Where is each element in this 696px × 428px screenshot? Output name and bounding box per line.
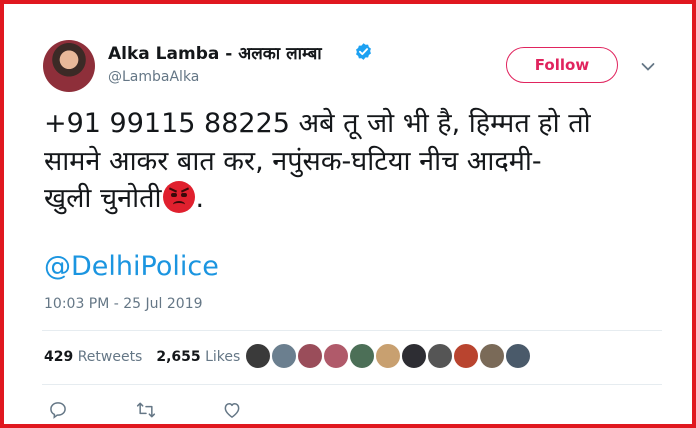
avatar[interactable]	[43, 40, 95, 92]
verified-badge-icon	[356, 43, 371, 60]
liker-avatar[interactable]	[245, 343, 271, 369]
retweets-label: Retweets	[77, 349, 143, 365]
tweet-timestamp[interactable]: 10:03 PM - 25 Jul 2019	[44, 296, 203, 312]
liker-avatar[interactable]	[427, 343, 453, 369]
likes-stat[interactable]: 2,655 Likes	[156, 349, 240, 365]
likes-count: 2,655	[156, 349, 201, 365]
chevron-down-icon[interactable]	[641, 62, 655, 72]
retweets-stat[interactable]: 429 Retweets	[44, 349, 142, 365]
divider	[42, 384, 662, 385]
reply-icon[interactable]	[48, 400, 68, 420]
liker-avatar[interactable]	[271, 343, 297, 369]
tweet-text: +91 99115 88225 अबे तू जो भी है, हिम्मत …	[44, 105, 654, 218]
engagement-stats: 429 Retweets 2,655 Likes	[44, 349, 240, 365]
tweet-text-line: +91 99115 88225 अबे तू जो भी है, हिम्मत …	[44, 108, 591, 139]
liker-avatar[interactable]	[453, 343, 479, 369]
tweet-text-suffix: .	[195, 183, 205, 214]
liker-avatar[interactable]	[349, 343, 375, 369]
mention-link[interactable]: @DelhiPolice	[44, 251, 219, 282]
liker-avatar[interactable]	[505, 343, 531, 369]
follow-button[interactable]: Follow	[506, 47, 618, 83]
liker-avatar[interactable]	[479, 343, 505, 369]
like-icon[interactable]	[222, 400, 242, 420]
likes-label: Likes	[205, 349, 241, 365]
liker-avatar[interactable]	[401, 343, 427, 369]
divider	[42, 330, 662, 331]
retweets-count: 429	[44, 349, 74, 365]
author-handle[interactable]: @LambaAlka	[108, 69, 199, 85]
retweet-icon[interactable]	[136, 400, 156, 420]
tweet-card: Alka Lamba - अलका लाम्बा @LambaAlka Foll…	[0, 0, 696, 428]
angry-face-icon	[163, 181, 196, 213]
author-display-name[interactable]: Alka Lamba - अलका लाम्बा	[108, 41, 322, 64]
tweet-text-line: सामने आकर बात कर, नपुंसक-घटिया नीच आदमी-	[44, 145, 542, 177]
tweet-text-line-last: खुली चुनोती.	[44, 180, 654, 218]
tweet-text-line: खुली चुनोती	[44, 183, 162, 214]
liker-avatar[interactable]	[323, 343, 349, 369]
liker-avatar[interactable]	[297, 343, 323, 369]
liker-avatar[interactable]	[375, 343, 401, 369]
